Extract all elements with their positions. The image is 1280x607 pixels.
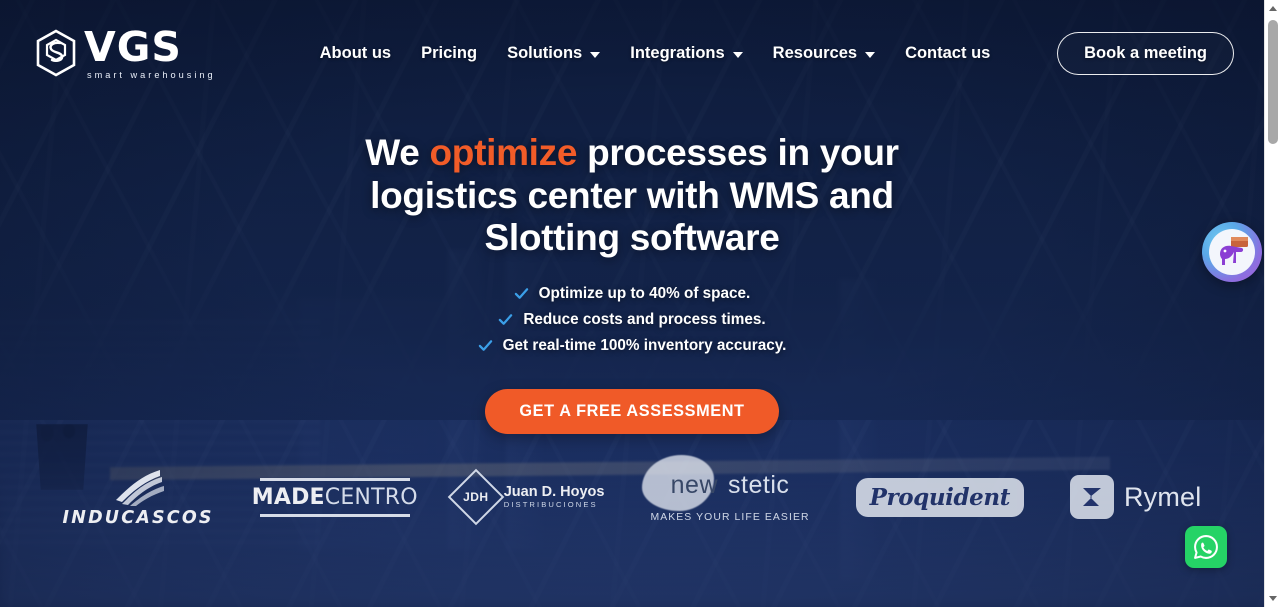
nav-label: Resources [772, 44, 858, 62]
divider [259, 513, 410, 517]
nav-item-solutions[interactable]: Solutions [507, 44, 601, 63]
logo-wordmark: VGS [84, 22, 182, 71]
nav-item-resources[interactable]: Resources [772, 44, 876, 63]
client-subtitle: DISTRIBUCIONES [503, 499, 598, 509]
logo-tagline: smart warehousing [87, 69, 216, 80]
triangle-up-glyph [1269, 6, 1277, 11]
hexagon-box-icon [36, 29, 76, 77]
client-name-part1: new [670, 471, 719, 499]
benefit-text: Optimize up to 40% of space. [538, 284, 751, 302]
list-item: Get real-time 100% inventory accuracy. [478, 336, 787, 355]
nav-label: Solutions [507, 44, 583, 62]
client-tagline: MAKES YOUR LIFE EASIER [650, 512, 810, 523]
chat-mascot-icon [1209, 229, 1255, 275]
new-stetic-wordmark: new stetic [671, 471, 790, 500]
hero-heading: We optimize processes in your logistics … [352, 132, 912, 260]
rymel-arrow-icon [1082, 488, 1101, 506]
benefit-text: Get real-time 100% inventory accuracy. [502, 336, 787, 354]
get-a-free-assessment-button[interactable]: GET A FREE ASSESSMENT [485, 388, 779, 434]
nav-label: About us [319, 44, 392, 62]
chat-widget-button[interactable] [1202, 222, 1262, 282]
chevron-down-icon [590, 51, 601, 58]
benefit-text: Reduce costs and process times. [523, 310, 766, 328]
client-name-part2: stetic [728, 471, 790, 499]
client-logo-strip: INDUCASCOS MADECENTRO JDH Juan D. Hoyos … [0, 452, 1264, 542]
hero-heading-accent: optimize [429, 132, 578, 173]
chevron-down-icon [732, 51, 743, 58]
nav-item-contact-us[interactable]: Contact us [905, 44, 990, 63]
hero-section: We optimize processes in your logistics … [0, 132, 1264, 434]
nav-item-about-us[interactable]: About us [320, 44, 392, 63]
client-name: MADECENTRO [252, 481, 418, 514]
page-root: VGS smart warehousing About us Pricing S… [0, 0, 1280, 607]
triangle-down-glyph [1269, 596, 1277, 601]
logo-text-block: VGS smart warehousing [84, 22, 216, 80]
client-logo-rymel: Rymel [1069, 475, 1202, 519]
rymel-mark-icon [1069, 475, 1114, 519]
client-logo-new-stetic: new stetic MAKES YOUR LIFE EASIER [642, 455, 810, 523]
scrollbar-thumb[interactable] [1268, 20, 1278, 144]
page-scrollbar[interactable] [1264, 0, 1280, 607]
client-logo-juan-d-hoyos: JDH Juan D. Hoyos DISTRIBUCIONES [447, 468, 605, 526]
nav-label: Integrations [630, 44, 725, 62]
jdh-diamond-icon: JDH [447, 468, 505, 526]
check-icon [499, 314, 513, 325]
check-icon [514, 288, 528, 299]
client-name-light: CENTRO [324, 484, 418, 510]
client-name: Juan D. Hoyos [503, 484, 605, 501]
list-item: Reduce costs and process times. [498, 310, 766, 329]
book-a-meeting-button[interactable]: Book a meeting [1057, 32, 1234, 75]
client-name: Rymel [1123, 481, 1202, 512]
client-name: INDUCASCOS [62, 508, 214, 528]
client-logo-madecentro: MADECENTRO [252, 477, 418, 517]
scroll-down-arrow-icon[interactable] [1265, 590, 1280, 607]
chevron-down-icon [865, 51, 876, 58]
inducascos-swoosh-icon [116, 470, 165, 506]
whatsapp-button[interactable] [1185, 526, 1227, 568]
client-logo-inducascos: INDUCASCOS [63, 466, 214, 528]
hero-benefit-list: Optimize up to 40% of space. Reduce cost… [478, 284, 787, 355]
nav-label: Contact us [905, 44, 991, 62]
jdh-monogram: JDH [462, 489, 489, 504]
jdh-text-block: Juan D. Hoyos DISTRIBUCIONES [504, 484, 605, 509]
nav-label: Pricing [421, 44, 478, 62]
client-name: Proquident [869, 483, 1011, 511]
mascot-glyph-icon [1220, 237, 1248, 265]
nav-item-integrations[interactable]: Integrations [630, 44, 743, 63]
client-logo-proquident: Proquident [855, 477, 1024, 517]
client-name-bold: MADE [251, 484, 325, 510]
nav-item-pricing[interactable]: Pricing [421, 44, 477, 63]
whatsapp-icon [1194, 535, 1218, 559]
list-item: Optimize up to 40% of space. [514, 284, 751, 303]
scroll-up-arrow-icon[interactable] [1265, 0, 1280, 17]
site-header: VGS smart warehousing About us Pricing S… [0, 0, 1264, 107]
site-logo[interactable]: VGS smart warehousing [34, 22, 216, 80]
check-icon [478, 340, 492, 351]
hero-heading-part1: We [365, 132, 430, 173]
main-navigation: About us Pricing Solutions Integrations … [320, 44, 991, 63]
